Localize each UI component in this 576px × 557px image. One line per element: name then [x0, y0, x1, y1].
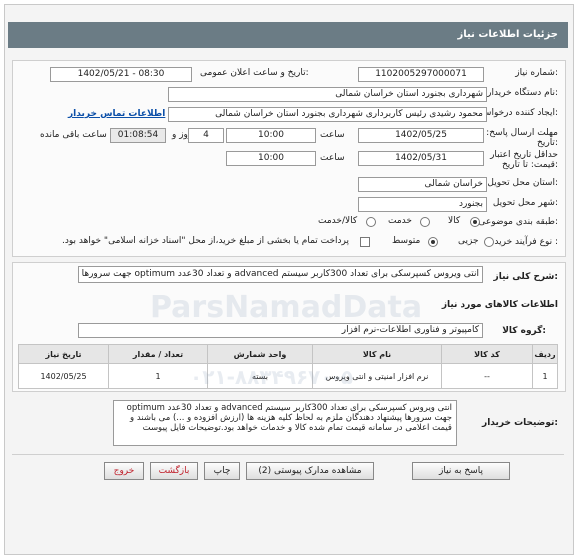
buyer-label: نام دستگاه خریدار:: [487, 88, 558, 98]
validity-date-field: 1402/05/31: [358, 151, 484, 166]
buyer-notes-field: انتی ویروس کسپرسکی برای تعداد 300کاربر س…: [113, 400, 457, 446]
province-label: استان محل تحویل:: [487, 178, 558, 188]
attachments-button[interactable]: مشاهده مدارک پیوستی (2): [246, 462, 374, 480]
col-unit: واحد شمارش: [207, 344, 313, 364]
category-both-label: کالا/خدمت: [318, 216, 358, 226]
category-both-radio[interactable]: [366, 217, 376, 227]
cell-unit: بسته: [207, 363, 313, 389]
contact-info-link[interactable]: اطلاعات تماس خریدار: [68, 109, 165, 119]
page-header: جزئیات اطلاعات نیاز: [8, 22, 568, 48]
category-label: طبقه بندی موضوعی:: [478, 217, 558, 227]
category-service-label: خدمت: [388, 216, 412, 226]
col-row: ردیف: [532, 344, 558, 364]
summary-field: انتی ویروس کسپرسکی برای تعداد 300کاربر س…: [78, 266, 483, 283]
cell-qty: 1: [108, 363, 208, 389]
process-medium-label: متوسط: [392, 236, 421, 246]
province-field: خراسان شمالی: [358, 177, 487, 192]
reply-time-label: ساعت: [320, 130, 345, 140]
reply-date-field: 1402/05/25: [358, 128, 484, 143]
col-date: تاریخ نیاز: [18, 344, 109, 364]
process-minor-radio[interactable]: [484, 237, 494, 247]
days-remaining-field: 4: [188, 128, 224, 143]
col-code: کد کالا: [441, 344, 533, 364]
divider: [12, 454, 564, 455]
goods-group-label: گروه کالا:: [502, 326, 546, 336]
summary-label: شرح کلی نیاز:: [493, 272, 558, 282]
need-number-field: 1102005297000071: [358, 67, 484, 82]
category-goods-radio[interactable]: [470, 217, 480, 227]
treasury-payment-checkbox[interactable]: [360, 237, 370, 247]
col-qty: تعداد / مقدار: [108, 344, 208, 364]
category-service-radio[interactable]: [420, 217, 430, 227]
treasury-payment-note: پرداخت تمام یا بخشی از مبلغ خرید،از محل …: [62, 236, 350, 246]
price-validity-label: حداقل تاریخ اعتبار قیمت: تا تاریخ:: [490, 150, 558, 170]
col-name: نام کالا: [312, 344, 442, 364]
announce-field: 1402/05/21 - 08:30: [50, 67, 192, 82]
validity-time-field: 10:00: [226, 151, 316, 166]
buyer-notes-label: توضیحات خریدار:: [482, 418, 558, 428]
reply-deadline-label: مهلت ارسال پاسخ: تا تاریخ:: [478, 128, 558, 148]
table-row[interactable]: 1 -- نرم افزار امنیتی و انتی ویروس بسته …: [18, 363, 558, 389]
goods-group-field: کامپیوتر و فناوری اطلاعات-نرم افزار: [78, 323, 483, 338]
reply-button[interactable]: پاسخ به نیاز: [412, 462, 510, 480]
goods-table-header: ردیف کد کالا نام کالا واحد شمارش تعداد /…: [18, 344, 558, 364]
category-goods-label: کالا: [448, 216, 461, 226]
cell-code: --: [441, 363, 533, 389]
remaining-label: ساعت باقی مانده: [40, 130, 107, 140]
print-button[interactable]: چاپ: [204, 462, 240, 480]
buyer-field: شهرداری بجنورد استان خراسان شمالی: [168, 87, 487, 102]
city-field: بجنورد: [358, 197, 487, 212]
need-number-label: شماره نیاز:: [515, 68, 558, 78]
process-medium-radio[interactable]: [428, 237, 438, 247]
cell-row: 1: [532, 363, 558, 389]
city-label: شهر محل تحویل:: [492, 198, 558, 208]
process-label: نوع فرآیند خرید :: [494, 237, 558, 247]
cell-date: 1402/05/25: [18, 363, 109, 389]
creator-label: ایجاد کننده درخواست:: [475, 108, 558, 118]
exit-button[interactable]: خروج: [104, 462, 144, 480]
process-minor-label: جزیی: [458, 236, 479, 246]
goods-section-title: اطلاعات کالاهای مورد نیاز: [441, 300, 558, 310]
page-title: جزئیات اطلاعات نیاز: [457, 29, 558, 40]
remaining-time-field: 01:08:54: [110, 128, 166, 143]
goods-table: ردیف کد کالا نام کالا واحد شمارش تعداد /…: [18, 344, 558, 389]
back-button[interactable]: بازگشت: [150, 462, 198, 480]
creator-field: محمود رشیدی رئیس کاربرداری شهرداری بجنور…: [168, 107, 487, 122]
validity-time-label: ساعت: [320, 153, 345, 163]
announce-label: تاریخ و ساعت اعلان عمومی:: [200, 68, 309, 78]
reply-time-field: 10:00: [226, 128, 316, 143]
cell-name: نرم افزار امنیتی و انتی ویروس: [312, 363, 442, 389]
